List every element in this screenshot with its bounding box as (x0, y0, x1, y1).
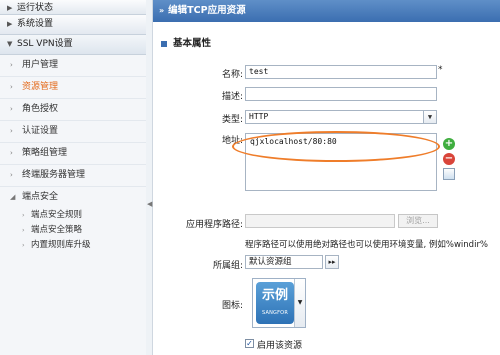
browse-button[interactable]: 浏览... (398, 214, 438, 228)
sidebar-child-label: 端点安全规则 (31, 210, 83, 220)
section-heading: 基本属性 (161, 35, 211, 49)
chevron-right-icon: › (10, 127, 13, 135)
chevron-down-icon[interactable]: ▼ (294, 279, 305, 327)
sidebar-section-system[interactable]: ▶ 系统设置 (0, 15, 146, 35)
sidebar-item-label: 资源管理 (22, 82, 59, 92)
sidebar-section-label: SSL VPN设置 (17, 39, 73, 49)
name-label: 名称: (221, 70, 243, 80)
panel-titlebar: » 编辑TCP应用资源 (153, 0, 500, 22)
group-field[interactable]: 默认资源组 (245, 255, 323, 269)
sidebar-section-sslvpn[interactable]: ▼ SSL VPN设置 (0, 35, 146, 55)
sidebar-child-label: 内置规则库升级 (31, 240, 91, 250)
sidebar-splitter[interactable]: ◀ (146, 0, 153, 355)
name-field[interactable]: test (245, 65, 437, 79)
sidebar-section-status[interactable]: ▶ 运行状态 (0, 0, 146, 15)
chevron-right-icon: › (22, 241, 25, 249)
enable-checkbox[interactable]: ✓ (245, 339, 254, 348)
sidebar-item-label: 角色授权 (22, 104, 59, 114)
double-chevron-icon: » (159, 6, 165, 15)
collapse-left-icon[interactable]: ◀ (147, 200, 152, 208)
sample-app-icon: 示例 SANGFOR (256, 282, 294, 324)
more-icon[interactable]: ▸▸ (325, 255, 339, 269)
sidebar-item-auth[interactable]: › 认证设置 (0, 121, 146, 143)
sidebar-child-endpoint-rules[interactable]: › 端点安全规则 (0, 208, 146, 223)
sidebar-item-label: 认证设置 (22, 126, 59, 136)
sidebar-item-label: 用户管理 (22, 60, 59, 70)
sidebar-child-rulebase-upgrade[interactable]: › 内置规则库升级 (0, 238, 146, 253)
sidebar-section-label: 系统设置 (17, 19, 54, 29)
description-field[interactable] (245, 87, 437, 101)
group-label: 所属组: (212, 261, 243, 271)
highlight-oval (232, 131, 440, 162)
icon-tile-subtext: SANGFOR (262, 310, 288, 316)
chevron-right-icon: › (22, 226, 25, 234)
chevron-right-icon: › (22, 211, 25, 219)
add-icon[interactable]: + (443, 138, 455, 150)
expand-arrow-icon: ▶ (7, 4, 13, 12)
sidebar-item-label: 终端服务器管理 (22, 170, 86, 180)
chevron-right-icon: › (10, 105, 13, 113)
chevron-right-icon: › (10, 61, 13, 69)
collapse-arrow-icon: ◢ (10, 193, 16, 201)
required-mark: * (438, 65, 443, 75)
main-panel: » 编辑TCP应用资源 基本属性 名称: test * 描述: 类型: HTTP … (153, 0, 500, 355)
sidebar-item-policy-groups[interactable]: › 策略组管理 (0, 143, 146, 165)
description-label: 描述: (221, 92, 243, 102)
section-marker-icon (161, 40, 167, 47)
sidebar-item-resources[interactable]: › 资源管理 (0, 77, 146, 99)
section-title-text: 基本属性 (173, 38, 212, 49)
app-path-field[interactable] (245, 214, 395, 228)
type-label: 类型: (221, 115, 243, 125)
chevron-right-icon: › (10, 149, 13, 157)
sidebar-item-label: 端点安全 (22, 192, 59, 202)
icon-tile-text: 示例 (261, 288, 288, 303)
type-select-value: HTTP (249, 112, 269, 121)
sidebar-item-roles[interactable]: › 角色授权 (0, 99, 146, 121)
expand-arrow-icon: ▶ (7, 20, 13, 28)
sidebar-item-endpoint-security[interactable]: ◢ 端点安全 (0, 187, 146, 208)
panel-title: 编辑TCP应用资源 (168, 5, 246, 16)
chevron-right-icon: › (10, 171, 13, 179)
sidebar-child-label: 端点安全策略 (31, 225, 83, 235)
collapse-arrow-icon: ▼ (7, 40, 13, 48)
app-path-hint: 程序路径可以使用绝对路径也可以使用环境变量, 例如%windir% (245, 240, 489, 250)
app-path-label: 应用程序路径: (185, 220, 243, 230)
sidebar-item-users[interactable]: › 用户管理 (0, 55, 146, 77)
sidebar-section-label: 运行状态 (17, 3, 54, 13)
type-select[interactable]: HTTP ▼ (245, 110, 437, 124)
chevron-right-icon: › (10, 83, 13, 91)
enable-label: 启用该资源 (257, 341, 303, 351)
icon-picker[interactable]: 示例 SANGFOR ▼ (252, 278, 306, 328)
sidebar-child-endpoint-policy[interactable]: › 端点安全策略 (0, 223, 146, 238)
edit-icon[interactable] (443, 168, 455, 180)
sidebar: ▶ 运行状态 ▶ 系统设置 ▼ SSL VPN设置 › 用户管理 › 资源管理 › 角色授权… (0, 0, 147, 355)
sidebar-item-terminal-servers[interactable]: › 终端服务器管理 (0, 165, 146, 187)
remove-icon[interactable]: − (443, 153, 455, 165)
icon-label: 图标: (221, 301, 243, 311)
sidebar-item-label: 策略组管理 (22, 148, 68, 158)
chevron-down-icon[interactable]: ▼ (423, 111, 436, 123)
